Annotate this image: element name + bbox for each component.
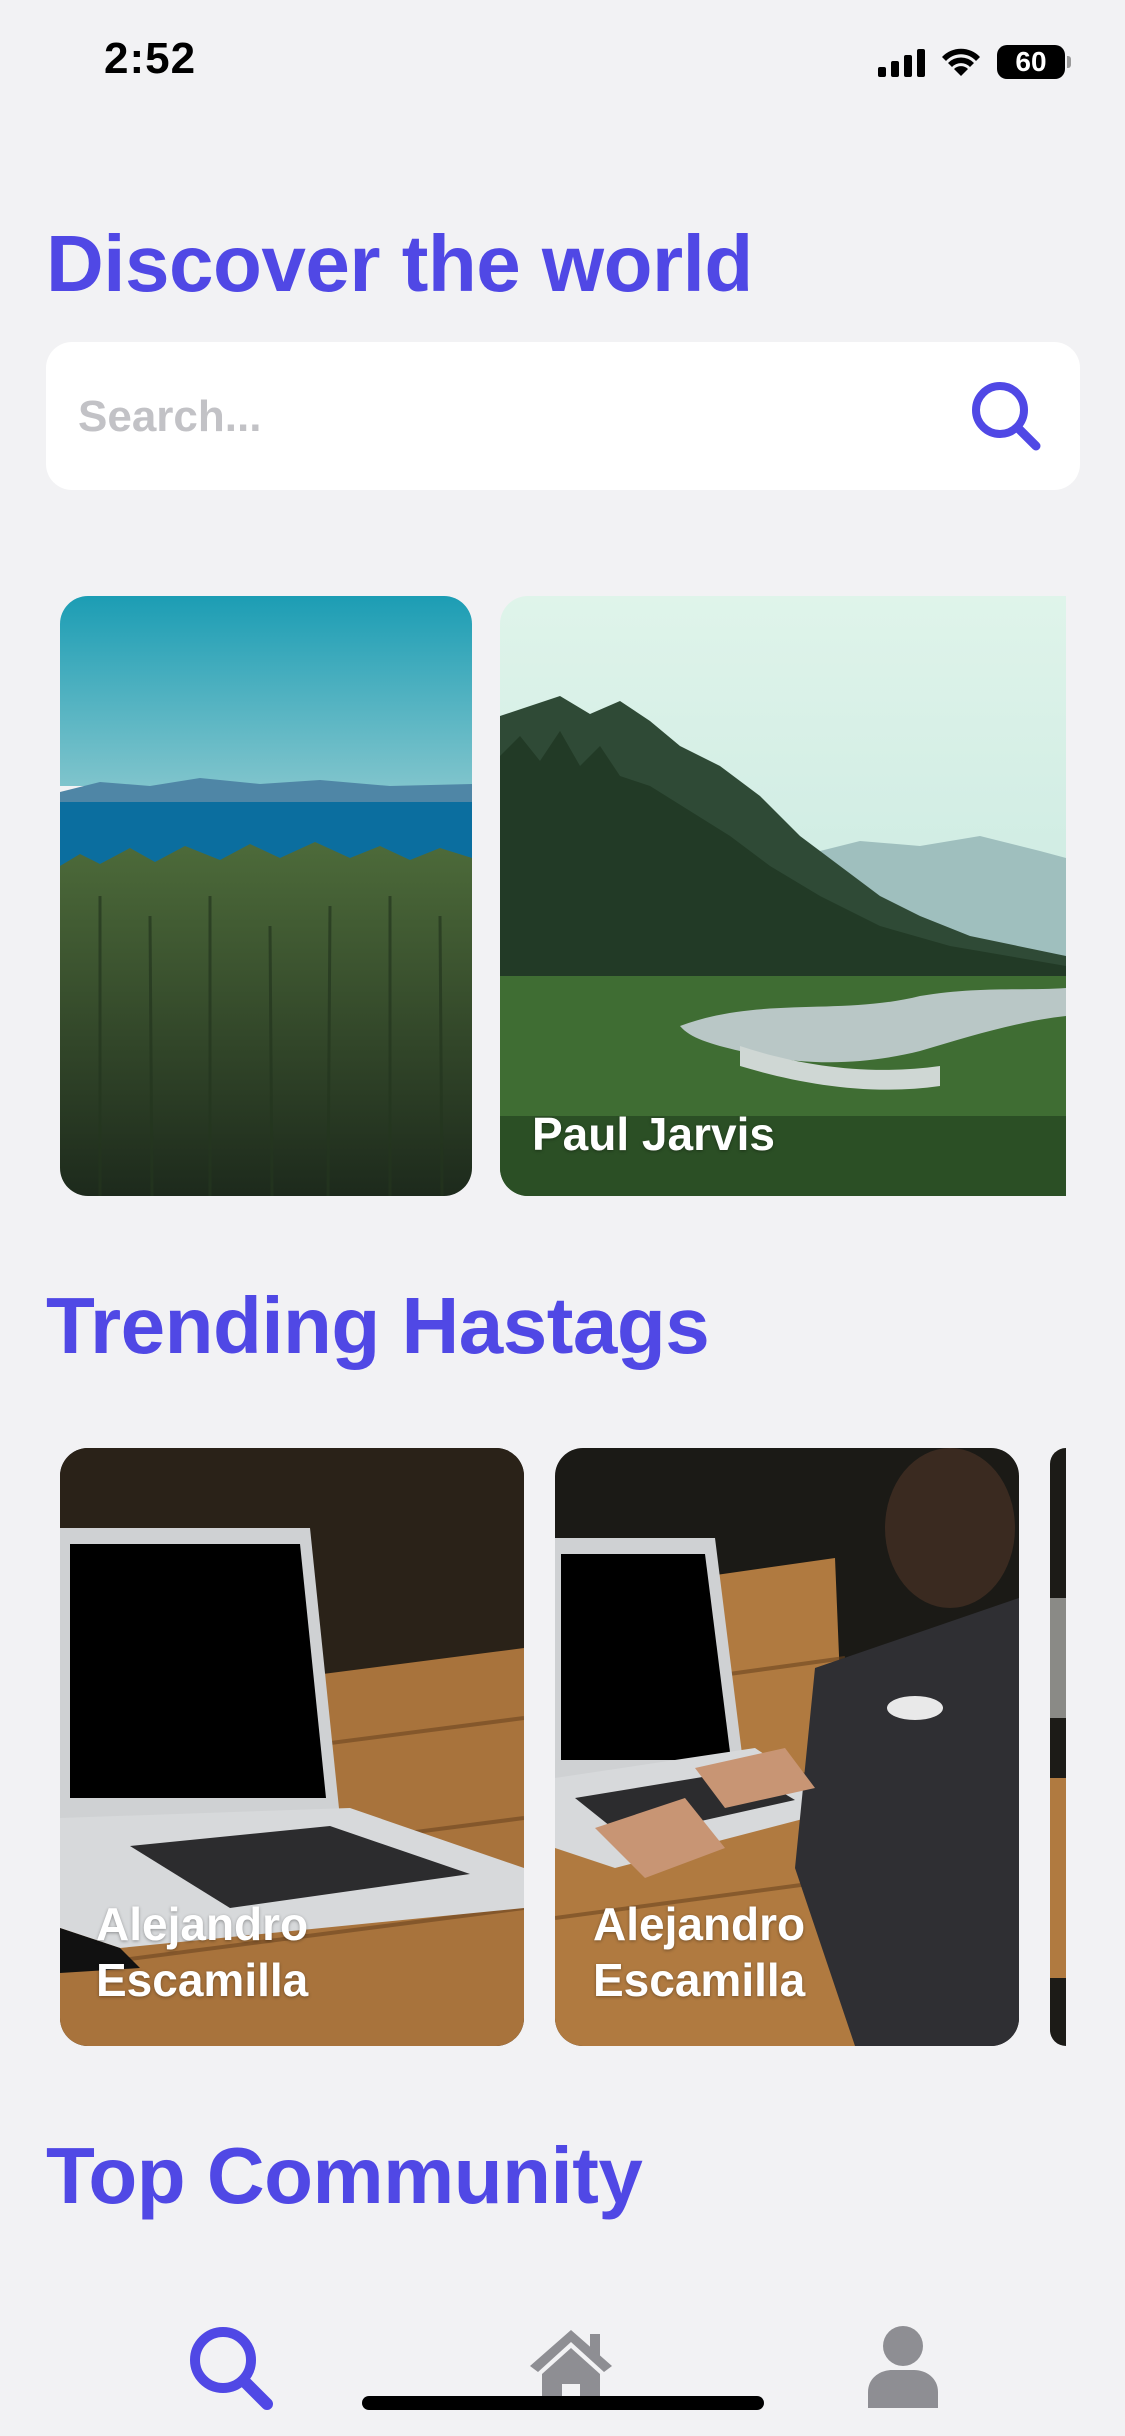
tab-bar (0, 2290, 1125, 2436)
page-title: Discover the world (46, 219, 753, 308)
wifi-icon (942, 48, 980, 76)
cellular-signal-icon (878, 47, 925, 77)
discover-card[interactable]: Paul Jarvis (500, 596, 1066, 1196)
discover-card-label: Paul Jarvis (532, 1108, 775, 1160)
discover-card[interactable] (60, 596, 472, 1196)
profile-icon (868, 2326, 938, 2408)
home-indicator (362, 2396, 764, 2410)
battery-level: 60 (1015, 46, 1047, 77)
tab-search[interactable] (185, 2322, 275, 2412)
status-time: 2:52 (104, 34, 197, 83)
trending-card-peek[interactable] (1050, 1448, 1066, 2046)
search-input[interactable] (76, 342, 960, 492)
trending-card-label: Alejandro Escamilla (96, 1898, 309, 2006)
trending-card[interactable]: Alejandro Escamilla (555, 1448, 1019, 2046)
status-icons: 60 (878, 42, 1071, 82)
search-icon (190, 2327, 273, 2410)
status-bar: 2:52 60 (0, 0, 1125, 130)
coast-forest-photo (60, 596, 472, 1196)
search-icon (972, 382, 1041, 451)
battery-icon: 60 (997, 45, 1071, 79)
trending-card-label: Alejandro Escamilla (593, 1898, 806, 2006)
trending-card-peek-photo (1050, 1448, 1066, 2046)
community-title: Top Community (46, 2131, 643, 2220)
search-bar (46, 342, 1080, 492)
tab-profile[interactable] (858, 2322, 948, 2412)
trending-card[interactable]: Alejandro Escamilla (60, 1448, 524, 2046)
search-button[interactable] (968, 378, 1044, 454)
trending-title: Trending Hastags (46, 1281, 710, 1370)
